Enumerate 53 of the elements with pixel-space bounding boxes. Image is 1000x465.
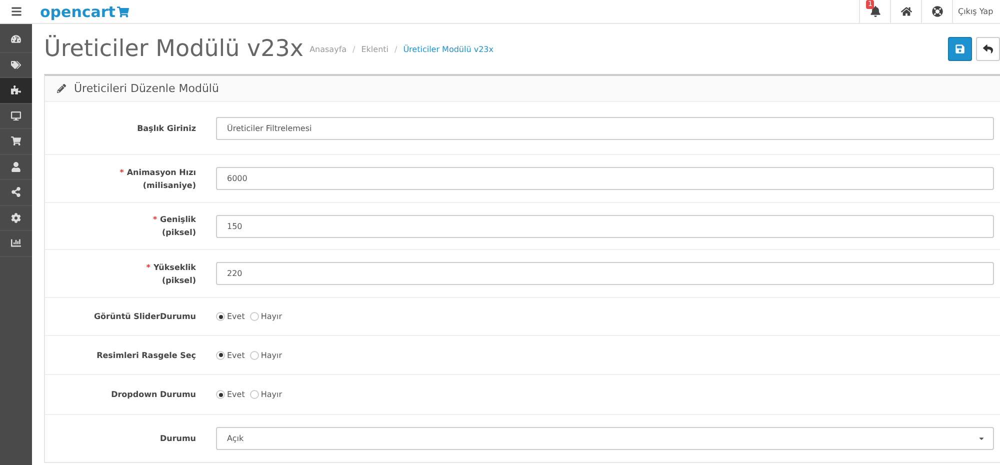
cart-icon: [117, 6, 130, 18]
input-field[interactable]: 150: [216, 214, 994, 238]
radio-option[interactable]: Evet: [216, 390, 245, 399]
logout-link[interactable]: Çıkış Yap: [952, 0, 1000, 23]
lifebuoy-icon: [932, 6, 942, 17]
menu-icon[interactable]: [10, 6, 22, 17]
panel-title: Üreticileri Düzenle Modülü: [74, 82, 219, 95]
radio-button[interactable]: [250, 312, 259, 321]
settings-icon: [11, 212, 21, 223]
dashboard-icon: [11, 34, 21, 44]
select-field[interactable]: Açık: [216, 427, 994, 450]
breadcrumb-link[interactable]: Üreticiler Modülü v23x: [403, 44, 494, 54]
logo[interactable]: opencart: [40, 2, 116, 20]
input-field[interactable]: Üreticiler Filtrelemesi: [216, 116, 994, 140]
puzzle-icon: [11, 85, 21, 96]
field-label: * Animasyon Hızı (milisaniye): [118, 166, 196, 192]
field-label: Görüntü SliderDurumu: [92, 311, 196, 323]
share-icon: [11, 187, 21, 198]
input-field[interactable]: 220: [216, 262, 994, 285]
back-button[interactable]: [976, 37, 1000, 61]
breadcrumb-separator: /: [394, 44, 398, 54]
field-label: Durumu: [158, 433, 196, 445]
page-title: Üreticiler Modülü v23x: [44, 36, 304, 62]
radio-option[interactable]: Hayır: [250, 390, 282, 399]
radio-option[interactable]: Hayır: [250, 312, 282, 321]
home-icon: [900, 6, 912, 17]
bar-chart-icon: [11, 238, 21, 248]
field-label: Başlık Giriniz: [136, 122, 196, 134]
radio-option[interactable]: Evet: [216, 350, 245, 360]
input-field[interactable]: 6000: [216, 167, 994, 190]
field-label: * Yükseklik (piksel): [145, 262, 196, 286]
user-icon: [11, 162, 21, 172]
radio-button[interactable]: [216, 350, 225, 360]
caret-icon: [978, 435, 985, 442]
cart-icon: [11, 136, 21, 146]
radio-button[interactable]: [216, 312, 225, 321]
bell-icon: [870, 6, 880, 17]
radio-option[interactable]: Evet: [216, 312, 245, 321]
radio-button[interactable]: [250, 390, 259, 399]
save-icon: [955, 44, 965, 54]
sidebar-item[interactable]: [0, 78, 32, 104]
radio-button[interactable]: [216, 390, 225, 399]
field-label: Resimleri Rasgele Seç: [96, 350, 196, 362]
field-label: Dropdown Durumu: [110, 389, 196, 401]
breadcrumb-separator: /: [352, 44, 356, 54]
field-label: * Genişlik (piksel): [152, 214, 196, 239]
monitor-icon: [11, 110, 21, 121]
radio-button[interactable]: [250, 350, 259, 360]
reply-icon: [983, 44, 993, 54]
save-button[interactable]: [948, 37, 972, 61]
pencil-icon: [57, 84, 66, 93]
radio-option[interactable]: Hayır: [250, 350, 282, 360]
tag-icon: [11, 60, 21, 70]
